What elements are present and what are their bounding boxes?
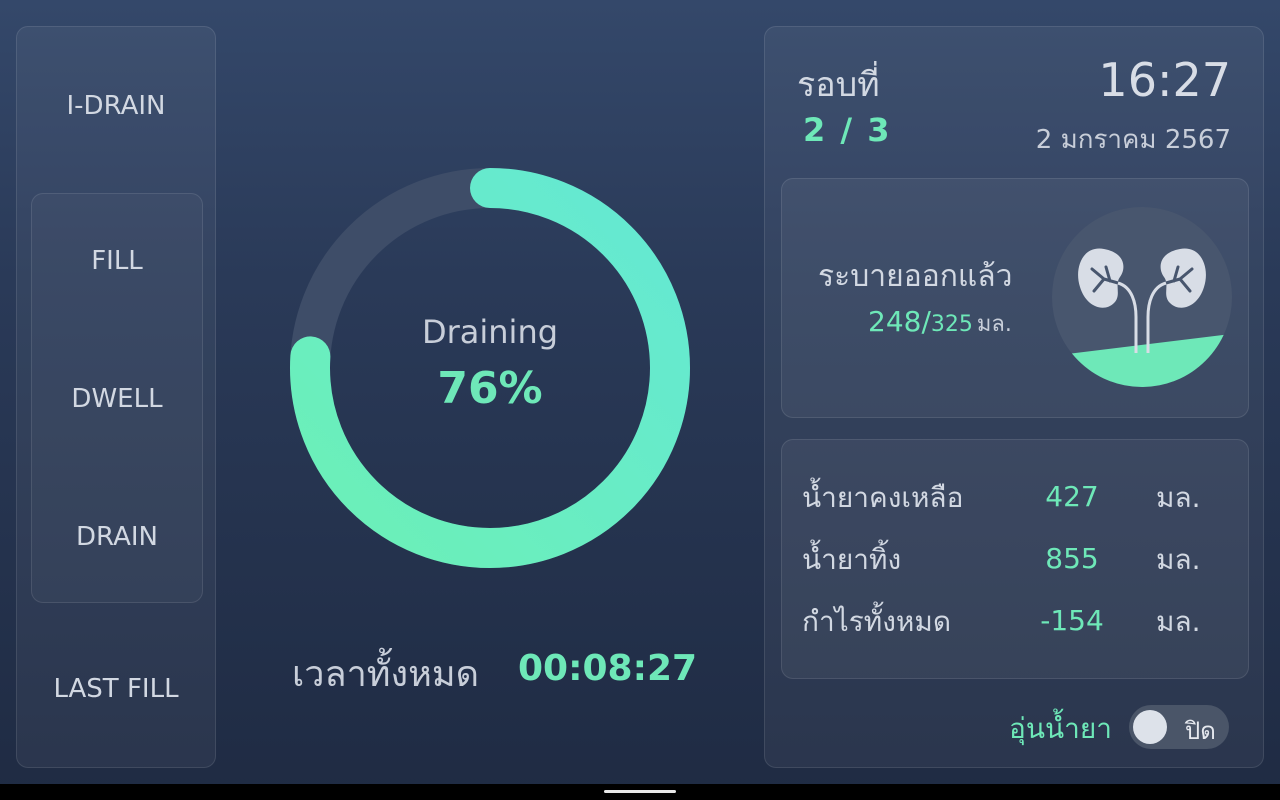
drained-unit: มล. [976, 312, 1012, 337]
kidney-icon [1052, 207, 1232, 387]
stat-row-discarded: น้ำยาทิ้ง 855 มล. [782, 538, 1248, 578]
stat-unit: มล. [1156, 605, 1201, 638]
step-i-drain[interactable]: I-DRAIN [17, 91, 215, 121]
drained-amount: 248/325 มล. [868, 305, 1012, 341]
stat-label: กำไรทั้งหมด [802, 605, 952, 638]
gauge-phase-label: Draining [421, 313, 559, 351]
fluid-stats-card: น้ำยาคงเหลือ 427 มล. น้ำยาทิ้ง 855 มล. ก… [781, 439, 1249, 679]
step-drain[interactable]: DRAIN [32, 522, 202, 552]
cycle-group: FILL DWELL DRAIN [31, 193, 203, 603]
drained-card: ระบายออกแล้ว 248/325 มล. [781, 178, 1249, 418]
date: 2 มกราคม 2567 [1035, 125, 1231, 155]
stat-label: น้ำยาทิ้ง [802, 543, 902, 576]
warmer-label: อุ่นน้ำยา [1009, 712, 1112, 745]
home-indicator[interactable] [604, 790, 676, 793]
clock: 16:27 [1098, 53, 1231, 107]
step-dwell[interactable]: DWELL [32, 384, 202, 414]
stat-value: 427 [1045, 480, 1099, 513]
info-panel: รอบที่ 2 / 3 16:27 2 มกราคม 2567 ระบายออ… [764, 26, 1264, 768]
progress-gauge: Draining 76% [280, 158, 700, 578]
gauge-percent: 76% [437, 363, 543, 414]
drained-value: 248/ [868, 305, 931, 338]
stat-value: 855 [1045, 542, 1099, 575]
stat-unit: มล. [1156, 543, 1201, 576]
stat-unit: มล. [1156, 481, 1201, 514]
round-value: 2 / 3 [803, 111, 892, 149]
total-time-value: 00:08:27 [518, 648, 698, 689]
round-label: รอบที่ [797, 65, 880, 105]
stat-value: -154 [1040, 604, 1104, 637]
warmer-toggle[interactable]: ปิด [1129, 705, 1229, 749]
step-fill[interactable]: FILL [32, 246, 202, 276]
phase-menu: I-DRAIN FILL DWELL DRAIN LAST FILL [16, 26, 216, 768]
stat-row-total-gain: กำไรทั้งหมด -154 มล. [782, 600, 1248, 640]
drained-title: ระบายออกแล้ว [818, 259, 1013, 294]
drained-total: 325 [930, 312, 973, 337]
step-last-fill[interactable]: LAST FILL [17, 674, 215, 704]
total-time-label: เวลาทั้งหมด [292, 654, 479, 695]
stat-row-remaining: น้ำยาคงเหลือ 427 มล. [782, 476, 1248, 516]
stat-label: น้ำยาคงเหลือ [802, 481, 964, 514]
toggle-state-label: ปิด [1185, 717, 1216, 745]
toggle-knob [1133, 710, 1167, 744]
system-nav-bar [0, 784, 1280, 800]
